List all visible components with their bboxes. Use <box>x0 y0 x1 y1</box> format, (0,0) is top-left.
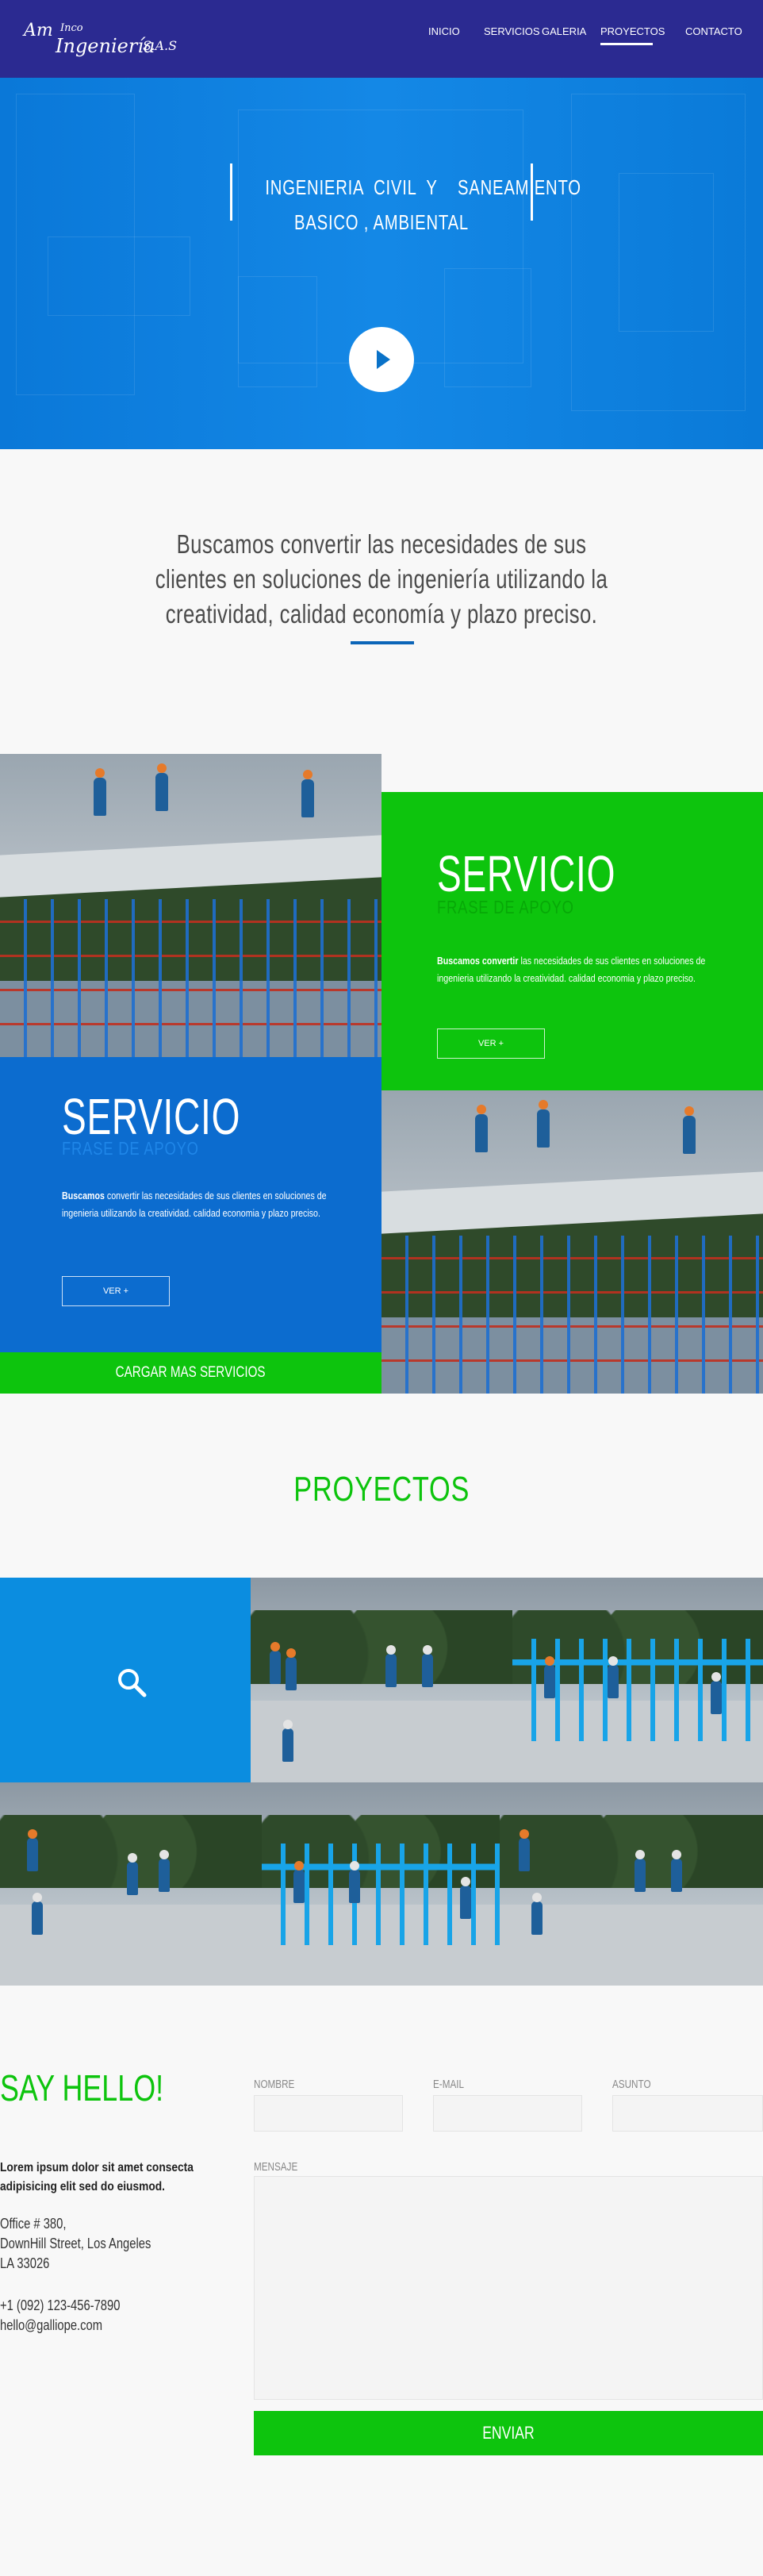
play-icon <box>377 350 390 369</box>
subject-field[interactable] <box>612 2095 763 2132</box>
project-photo-3[interactable] <box>0 1782 262 1986</box>
contact-tagline: Lorem ipsum dolor sit amet consecta adip… <box>0 2161 194 2193</box>
service-description: Buscamos convertir las necesidades de su… <box>62 1190 327 1219</box>
hero-banner: INGENIERIA CIVIL Y SANEAMIENTO BASICO , … <box>0 78 763 449</box>
contact-address-line1: Office # 380, <box>0 2216 67 2232</box>
contact-title: SAY HELLO! <box>0 2067 164 2109</box>
hero-title-box: INGENIERIA CIVIL Y SANEAMIENTO BASICO , … <box>230 163 581 234</box>
nav-galeria[interactable]: GALERIA <box>542 25 586 37</box>
name-field[interactable] <box>254 2095 403 2132</box>
play-button[interactable] <box>349 327 414 392</box>
blueprint-lines <box>48 236 190 316</box>
nav-inicio[interactable]: INICIO <box>428 25 460 37</box>
logo-text-am: Am <box>24 21 53 40</box>
logo-text-ingenieria: Ingeniería <box>56 35 155 57</box>
intro-divider <box>351 641 414 644</box>
hero-title: INGENIERIA CIVIL Y SANEAMIENTO BASICO , … <box>265 170 581 240</box>
service-title: SERVICIO <box>62 1088 241 1145</box>
service-photo-1 <box>0 754 382 1057</box>
logo[interactable]: Am Inco Ingeniería S.A.S <box>24 21 182 57</box>
nav-proyectos[interactable]: PROYECTOS <box>600 25 665 37</box>
load-more-services-button[interactable]: CARGAR MAS SERVICIOS <box>0 1352 382 1394</box>
name-label: NOMBRE <box>254 2078 295 2091</box>
hero-title-line1: INGENIERIA CIVIL Y SANEAMIENTO <box>265 175 581 199</box>
contact-address-line3: LA 33026 <box>0 2255 50 2271</box>
contact-phone[interactable]: +1 (092) 123-456-7890 <box>0 2296 120 2316</box>
project-photo-4[interactable] <box>262 1782 500 1986</box>
service-description: Buscamos convertir las necesidades de su… <box>437 955 706 984</box>
logo-text-inco: Inco <box>60 22 83 34</box>
service-subtitle: FRASE DE APOYO <box>62 1138 199 1159</box>
intro-text: Buscamos convertir las necesidades de su… <box>155 529 608 629</box>
nav-contacto[interactable]: CONTACTO <box>685 25 742 37</box>
service-card-1: SERVICIO FRASE DE APOYO Buscamos convert… <box>382 792 763 1090</box>
message-label: MENSAJE <box>254 2160 298 2174</box>
service-view-button[interactable]: VER + <box>437 1028 545 1059</box>
contact-address-line2: DownHill Street, Los Angeles <box>0 2236 151 2251</box>
blueprint-lines <box>444 268 531 387</box>
service-subtitle: FRASE DE APOYO <box>437 897 574 917</box>
logo-text-sas: S.A.S <box>143 38 178 53</box>
submit-button[interactable]: ENVIAR <box>254 2411 763 2455</box>
projects-title: PROYECTOS <box>293 1470 470 1509</box>
blueprint-lines <box>238 276 317 387</box>
email-label: E-MAIL <box>433 2078 465 2091</box>
project-photo-5[interactable] <box>500 1782 763 1986</box>
subject-label: ASUNTO <box>612 2078 651 2091</box>
service-photo-2 <box>382 1090 763 1394</box>
projects-search-tile[interactable] <box>0 1578 251 1782</box>
service-title: SERVICIO <box>437 845 616 902</box>
service-card-2: SERVICIO FRASE DE APOYO Buscamos convert… <box>0 1057 382 1352</box>
search-icon <box>118 1669 147 1697</box>
service-view-button[interactable]: VER + <box>62 1276 170 1306</box>
site-header: Am Inco Ingeniería S.A.S INICIO SERVICIO… <box>0 0 763 78</box>
email-field[interactable] <box>433 2095 582 2132</box>
project-photo-1[interactable] <box>251 1578 512 1782</box>
nav-servicios[interactable]: SERVICIOS <box>484 25 540 37</box>
hero-title-line2: BASICO , AMBIENTAL <box>294 210 469 234</box>
message-field[interactable] <box>254 2176 763 2400</box>
blueprint-lines <box>619 173 714 332</box>
project-photo-2[interactable] <box>512 1578 763 1782</box>
nav-active-indicator <box>600 43 653 45</box>
contact-email[interactable]: hello@galliope.com <box>0 2316 102 2336</box>
